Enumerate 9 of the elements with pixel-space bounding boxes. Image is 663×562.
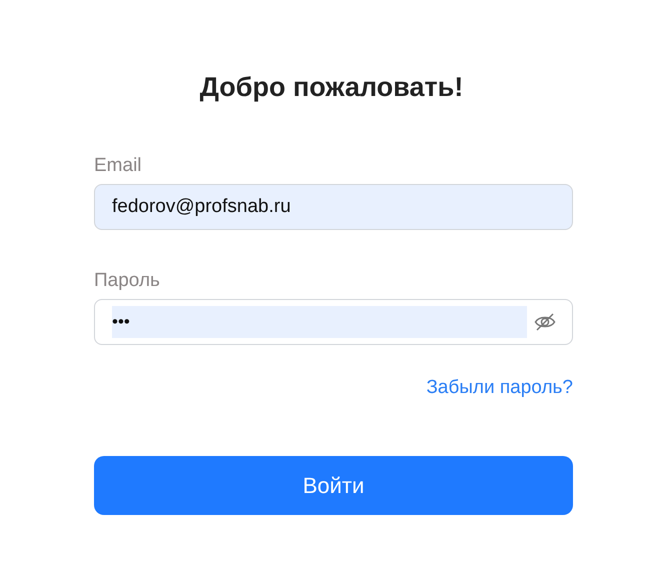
password-field[interactable]: •••: [94, 299, 573, 345]
forgot-password-link[interactable]: Забыли пароль?: [426, 377, 573, 399]
page-title: Добро пожаловать!: [198, 72, 464, 103]
email-field[interactable]: fedorov@profsnab.ru: [94, 184, 573, 230]
field-label: Пароль: [94, 270, 161, 292]
password-value: •••: [112, 306, 527, 338]
field-label: Email: [94, 155, 143, 177]
eye-slash-icon[interactable]: [534, 312, 556, 332]
login-button[interactable]: Войти: [94, 456, 573, 515]
